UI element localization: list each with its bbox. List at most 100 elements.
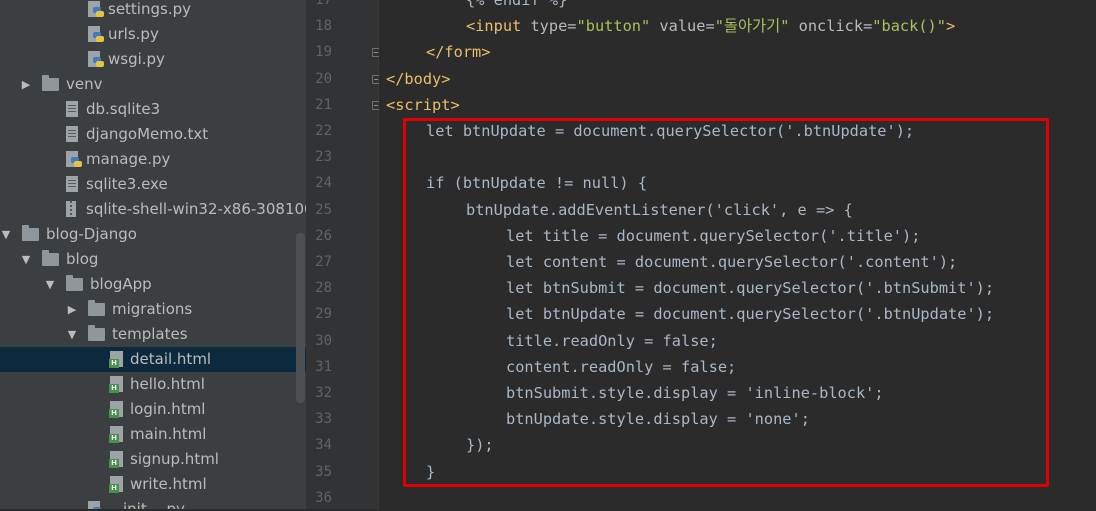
code-line: let content = document.querySelector('.c… [506,249,957,275]
tree-item[interactable]: sqlite3.exe [0,172,306,197]
tree-item[interactable]: settings.py [0,0,306,22]
tree-item-label: __init__.py [108,500,185,509]
line-number: 20 [315,70,332,87]
chevron-down-icon[interactable]: ▼ [20,247,32,272]
tree-item-label: migrations [112,300,193,318]
line-number: 27 [315,254,332,270]
line-number: 35 [315,463,332,480]
tree-item[interactable]: ▼ blogApp [0,272,306,297]
chevron-down-icon[interactable]: ▼ [44,272,56,297]
chevron-right-icon[interactable]: ▶ [66,297,78,322]
chevron-down-icon[interactable]: ▼ [66,322,78,347]
code-line: </form> [426,39,490,65]
tree-item[interactable]: djangoMemo.txt [0,122,306,147]
line-number: 23 [315,149,332,166]
tree-item-label: write.html [130,475,207,493]
folder-icon [88,325,105,341]
tree-item[interactable]: ▼ templates [0,322,306,347]
tree-item-label: urls.py [108,25,159,43]
python-file-icon [88,51,104,67]
code-line: let btnUpdate = document.querySelector('… [426,118,914,144]
code-token: <input [466,17,531,36]
line-number: 29 [315,306,332,323]
tree-item[interactable]: ▼ blog [0,247,306,272]
project-tree: settings.py urls.py wsgi.py ▶ venv db.sqlite3… [0,0,306,509]
tree-item[interactable]: ▶ venv [0,72,306,97]
line-number: 17 [315,0,332,8]
line-number: 32 [315,385,332,401]
code-token: > [945,17,956,36]
tree-item-label: settings.py [108,0,191,18]
tree-item-label: detail.html [130,350,212,368]
tree-item[interactable]: signup.html [0,447,306,472]
code-token: ); [895,122,915,140]
tree-item[interactable]: __init__.py [0,497,306,509]
tree-item-label: djangoMemo.txt [86,125,209,143]
code-token: value= [650,17,715,36]
html-file-icon [109,376,123,393]
line-number: 30 [315,332,332,349]
tree-item[interactable]: wsgi.py [0,47,306,72]
line-number: 33 [315,411,332,428]
line-number: 21 [315,96,332,113]
chevron-down-icon[interactable]: ▼ [0,222,12,247]
line-number: 22 [315,123,332,139]
code-line: {% endif %} [466,0,567,13]
code-token: let [426,122,463,140]
code-editor[interactable]: {% endif %} <input type="button" value="돌… [379,0,1096,509]
zip-file-icon [66,201,76,217]
tree-item[interactable]: login.html [0,397,306,422]
code-line: btnUpdate.style.display = 'none'; [506,406,810,432]
line-number-gutter: 17 18 19 20 21 22 23 24 25 26 27 28 29 30 31 32 33 34 35 36 [306,0,380,509]
html-file-icon [109,451,123,468]
code-line: }); [466,432,494,458]
html-file-icon [109,351,123,368]
tree-item[interactable]: db.sqlite3 [0,97,306,122]
line-number: 28 [315,280,332,297]
line-number: 31 [315,358,332,375]
code-line: <input type="button" value="돌아가기" onclic… [466,13,955,39]
code-token: btnSubmit.style.display = 'inline-block'… [506,384,884,402]
tree-item[interactable]: sqlite-shell-win32-x86-3081002.zip [0,197,306,222]
folder-icon [42,75,59,91]
file-icon [66,101,78,117]
tree-item[interactable]: ▶ migrations [0,297,306,322]
line-number: 18 [315,18,332,35]
code-token: </body> [386,69,451,88]
code-token: let content = document.querySelector('.c… [506,253,958,271]
tree-item[interactable]: write.html [0,472,306,497]
code-token: onclick= [789,17,873,36]
tree-item[interactable]: manage.py [0,147,306,172]
tree-item-label: wsgi.py [108,50,165,68]
code-token: type= [530,17,577,36]
python-file-icon [66,151,82,167]
chevron-right-icon[interactable]: ▶ [20,72,32,97]
folder-icon [88,300,105,316]
code-token: "button" [576,17,651,36]
tree-item[interactable]: ▼ blog-Django [0,222,306,247]
code-token: "back()" [872,17,946,36]
tree-item[interactable]: detail.html [0,347,306,372]
tree-item-label: sqlite-shell-win32-x86-3081002.zip [86,200,306,218]
html-file-icon [109,476,123,493]
code-token: </form> [426,43,491,62]
tree-item[interactable]: hello.html [0,372,306,397]
tree-item-label: main.html [130,425,207,443]
line-number: 26 [315,227,332,244]
code-line: let btnUpdate = document.querySelector('… [506,301,994,327]
html-file-icon [109,426,123,443]
folder-icon [66,275,83,291]
code-token: btnUpdate = document.querySelector( [462,122,786,140]
code-token: {% endif %} [466,0,568,9]
line-number: 19 [315,44,332,61]
code-token: btnUpdate.style.display = 'none'; [506,410,810,429]
tree-scrollbar[interactable] [296,233,305,403]
tree-item[interactable]: urls.py [0,22,306,47]
folder-icon [42,250,59,266]
python-file-icon [88,501,101,509]
tree-item-label: templates [112,325,188,343]
tree-item[interactable]: main.html [0,422,306,447]
python-file-icon [88,1,104,17]
code-line: let btnSubmit = document.querySelector('… [506,275,994,301]
code-token: '.btnUpdate' [785,122,896,140]
